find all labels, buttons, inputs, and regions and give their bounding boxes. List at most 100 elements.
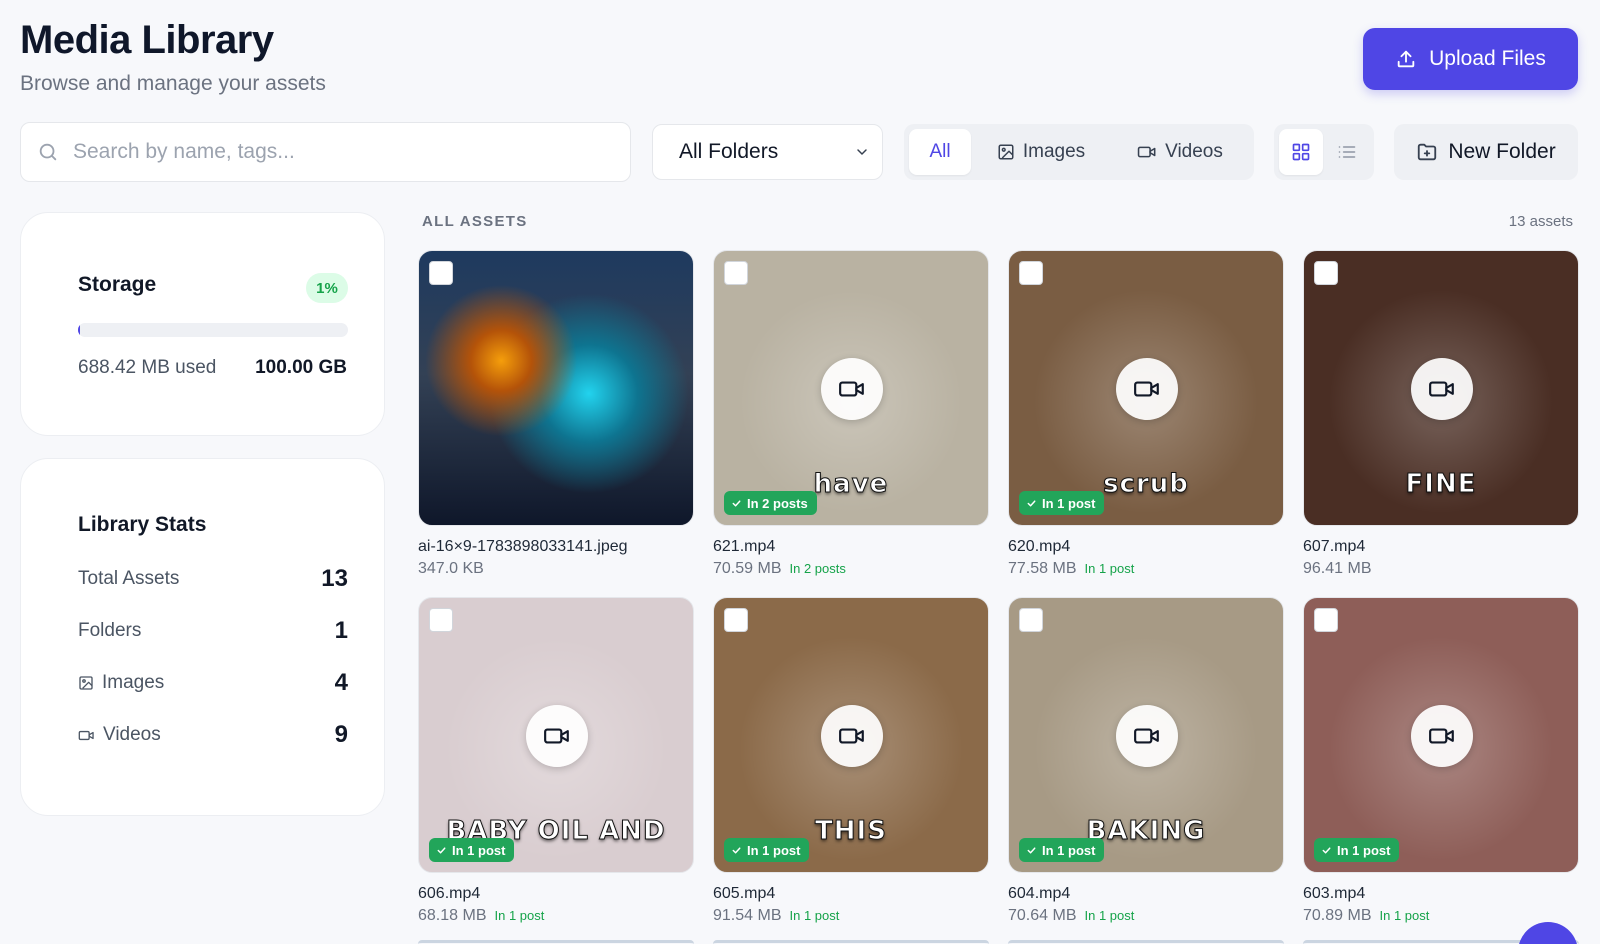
asset-thumbnail[interactable]: BABY OIL AND In 1 post	[418, 597, 694, 873]
type-filter: All Images Videos	[904, 124, 1254, 180]
asset-thumbnail[interactable]	[418, 250, 694, 526]
asset-meta: 70.64 MB In 1 post	[1008, 907, 1284, 925]
check-icon	[1027, 499, 1036, 507]
stat-folders: Folders 1	[78, 617, 348, 645]
select-checkbox[interactable]	[724, 608, 748, 632]
view-toggle	[1274, 124, 1374, 180]
filter-videos[interactable]: Videos	[1111, 129, 1249, 175]
folder-select[interactable]: All Folders	[652, 124, 883, 180]
video-play-button[interactable]	[1411, 705, 1473, 767]
asset-thumbnail[interactable]: BAKING In 1 post	[1008, 597, 1284, 873]
video-play-button[interactable]	[526, 705, 588, 767]
stat-images-label-group: Images	[78, 672, 164, 694]
post-usage-label: In 1 post	[1042, 495, 1096, 511]
stat-value: 9	[334, 721, 348, 748]
floating-action-button[interactable]	[1518, 922, 1578, 944]
asset-meta: 70.59 MB In 2 posts	[713, 560, 989, 578]
select-checkbox[interactable]	[1314, 608, 1338, 632]
search-box	[20, 122, 631, 182]
video-play-button[interactable]	[1411, 358, 1473, 420]
select-checkbox[interactable]	[429, 261, 453, 285]
select-checkbox[interactable]	[429, 608, 453, 632]
search-input[interactable]	[73, 140, 593, 164]
check-icon	[732, 846, 741, 854]
asset-thumbnail[interactable]: scrub In 1 post	[1008, 250, 1284, 526]
post-usage-label: In 1 post	[1042, 842, 1096, 858]
filter-videos-label: Videos	[1165, 141, 1223, 162]
list-view-button[interactable]	[1325, 129, 1369, 175]
stat-label: Videos	[103, 724, 161, 745]
asset-meta: 70.89 MB In 1 post	[1303, 907, 1579, 925]
upload-files-button[interactable]: Upload Files	[1363, 28, 1578, 90]
post-usage-label: In 1 post	[452, 842, 506, 858]
post-usage-badge: In 1 post	[429, 838, 515, 862]
asset-size: 347.0 KB	[418, 560, 484, 577]
asset-tile[interactable]: BABY OIL AND In 1 post 606.mp4 68.18 MB In 1…	[418, 597, 694, 925]
chevron-down-icon	[857, 149, 867, 156]
grid-icon	[1292, 143, 1310, 161]
video-play-button[interactable]	[821, 358, 883, 420]
new-folder-button[interactable]: New Folder	[1394, 124, 1578, 180]
video-play-button[interactable]	[1116, 358, 1178, 420]
select-checkbox[interactable]	[724, 261, 748, 285]
video-caption: FINE	[1405, 469, 1477, 500]
grid-view-button[interactable]	[1279, 129, 1323, 175]
video-icon	[544, 728, 569, 744]
filter-images[interactable]: Images	[971, 129, 1111, 175]
video-icon	[839, 728, 864, 744]
asset-post-usage: In 1 post	[1379, 908, 1430, 923]
asset-post-usage: In 1 post	[1084, 561, 1135, 576]
list-icon	[1338, 146, 1356, 158]
asset-filename: 620.mp4	[1008, 538, 1071, 555]
check-icon	[1322, 846, 1331, 854]
asset-tile[interactable]: have In 2 posts 621.mp4 70.59 MB In 2 posts	[713, 250, 989, 578]
stat-value: 4	[334, 669, 348, 696]
asset-size: 68.18 MB	[418, 907, 487, 924]
asset-thumbnail[interactable]: have In 2 posts	[713, 250, 989, 526]
stat-images: Images 4	[78, 669, 348, 697]
select-checkbox[interactable]	[1019, 261, 1043, 285]
asset-tile[interactable]: BAKING In 1 post 604.mp4 70.64 MB In 1 post	[1008, 597, 1284, 925]
video-play-button[interactable]	[1116, 705, 1178, 767]
asset-filename: 621.mp4	[713, 538, 776, 555]
asset-filename: 603.mp4	[1303, 885, 1366, 902]
asset-tile[interactable]: ai-16×9-1783898033141.jpeg 347.0 KB	[418, 250, 694, 578]
storage-card: Storage 1% 688.42 MB used 100.00 GB	[20, 212, 385, 436]
asset-post-usage: In 1 post	[789, 908, 840, 923]
filter-images-label: Images	[1022, 141, 1086, 162]
asset-thumbnail[interactable]: FINE	[1303, 250, 1579, 526]
stat-label: Images	[102, 672, 165, 693]
video-icon	[1134, 381, 1159, 397]
asset-count: 13 assets	[1508, 213, 1573, 230]
video-icon	[78, 730, 94, 740]
post-usage-badge: In 1 post	[724, 838, 810, 862]
video-play-button[interactable]	[821, 705, 883, 767]
asset-filename: 605.mp4	[713, 885, 776, 902]
asset-tile[interactable]: THIS In 1 post 605.mp4 91.54 MB In 1 post	[713, 597, 989, 925]
select-checkbox[interactable]	[1019, 608, 1043, 632]
page-title: Media Library	[20, 18, 274, 62]
stat-total-assets: Total Assets 13	[78, 565, 348, 593]
post-usage-badge: In 1 post	[1019, 838, 1105, 862]
video-icon	[1429, 728, 1454, 744]
storage-total: 100.00 GB	[255, 357, 347, 378]
search-icon	[39, 143, 57, 161]
video-icon	[839, 381, 864, 397]
asset-thumbnail[interactable]: THIS In 1 post	[713, 597, 989, 873]
post-usage-label: In 1 post	[747, 842, 801, 858]
asset-thumbnail[interactable]: In 1 post	[1303, 597, 1579, 873]
asset-filename: 604.mp4	[1008, 885, 1071, 902]
filter-all[interactable]: All	[909, 129, 971, 175]
select-checkbox[interactable]	[1314, 261, 1338, 285]
asset-meta: 68.18 MB In 1 post	[418, 907, 694, 925]
video-icon	[1134, 728, 1159, 744]
asset-tile[interactable]: scrub In 1 post 620.mp4 77.58 MB In 1 post	[1008, 250, 1284, 578]
stat-videos-label-group: Videos	[78, 724, 161, 746]
image-icon	[998, 144, 1014, 160]
post-usage-badge: In 1 post	[1314, 838, 1400, 862]
asset-tile[interactable]: In 1 post 603.mp4 70.89 MB In 1 post	[1303, 597, 1579, 925]
asset-size: 70.59 MB	[713, 560, 782, 577]
section-label: ALL ASSETS	[422, 213, 528, 230]
asset-tile[interactable]: FINE 607.mp4 96.41 MB	[1303, 250, 1579, 578]
check-icon	[732, 499, 741, 507]
